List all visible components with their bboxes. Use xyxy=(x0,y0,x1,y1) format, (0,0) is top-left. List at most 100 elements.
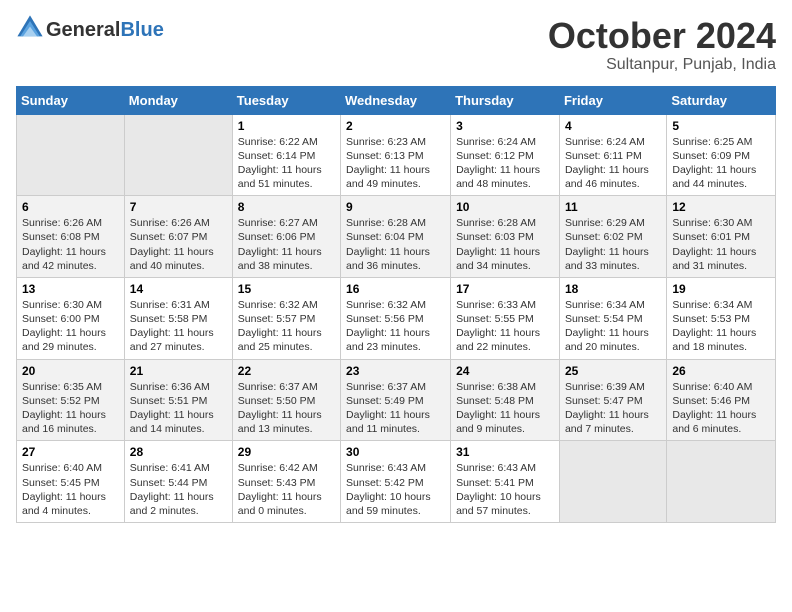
day-of-week-header: Sunday xyxy=(17,86,125,114)
day-number: 16 xyxy=(346,282,445,296)
cell-content: Sunrise: 6:42 AMSunset: 5:43 PMDaylight:… xyxy=(238,461,335,518)
day-number: 8 xyxy=(238,200,335,214)
day-number: 20 xyxy=(22,364,119,378)
calendar-cell: 20Sunrise: 6:35 AMSunset: 5:52 PMDayligh… xyxy=(17,359,125,441)
calendar-cell: 23 Sunrise: 6:37 AMSunset: 5:49 PMDayligh… xyxy=(341,359,451,441)
day-number: 13 xyxy=(22,282,119,296)
calendar-cell: 4 Sunrise: 6:24 AMSunset: 6:11 PMDaylight… xyxy=(559,114,666,196)
day-number: 14 xyxy=(130,282,227,296)
calendar-cell: 24 Sunrise: 6:38 AMSunset: 5:48 PMDayligh… xyxy=(451,359,560,441)
cell-content: Sunrise: 6:30 AMSunset: 6:00 PMDaylight:… xyxy=(22,298,119,355)
cell-content: Sunrise: 6:26 AMSunset: 6:07 PMDaylight:… xyxy=(130,216,227,273)
day-number: 1 xyxy=(238,119,335,133)
cell-content: Sunrise: 6:33 AMSunset: 5:55 PMDaylight:… xyxy=(456,298,554,355)
cell-content: Sunrise: 6:22 AMSunset: 6:14 PMDaylight:… xyxy=(238,135,335,192)
day-number: 29 xyxy=(238,445,335,459)
cell-content: Sunrise: 6:39 AMSunset: 5:47 PMDaylight:… xyxy=(565,380,661,437)
cell-content: Sunrise: 6:29 AMSunset: 6:02 PMDaylight:… xyxy=(565,216,661,273)
day-number: 30 xyxy=(346,445,445,459)
calendar-cell xyxy=(124,114,232,196)
calendar-cell: 6Sunrise: 6:26 AMSunset: 6:08 PMDaylight… xyxy=(17,196,125,278)
day-of-week-header: Wednesday xyxy=(341,86,451,114)
day-number: 27 xyxy=(22,445,119,459)
calendar-cell: 13 Sunrise: 6:30 AMSunset: 6:00 PMDayligh… xyxy=(17,277,125,359)
calendar-cell: 3Sunrise: 6:24 AMSunset: 6:12 PMDaylight… xyxy=(451,114,560,196)
day-number: 11 xyxy=(565,200,661,214)
cell-content: Sunrise: 6:38 AMSunset: 5:48 PMDaylight:… xyxy=(456,380,554,437)
cell-content: Sunrise: 6:24 AMSunset: 6:12 PMDaylight:… xyxy=(456,135,554,192)
cell-content: Sunrise: 6:43 AMSunset: 5:42 PMDaylight:… xyxy=(346,461,445,518)
cell-content: Sunrise: 6:41 AMSunset: 5:44 PMDaylight:… xyxy=(130,461,227,518)
calendar-cell: 29 Sunrise: 6:42 AMSunset: 5:43 PMDayligh… xyxy=(232,441,340,523)
calendar-cell: 1 Sunrise: 6:22 AMSunset: 6:14 PMDaylight… xyxy=(232,114,340,196)
day-number: 12 xyxy=(672,200,770,214)
calendar-cell xyxy=(667,441,776,523)
cell-content: Sunrise: 6:37 AMSunset: 5:50 PMDaylight:… xyxy=(238,380,335,437)
cell-content: Sunrise: 6:34 AMSunset: 5:54 PMDaylight:… xyxy=(565,298,661,355)
day-of-week-header: Thursday xyxy=(451,86,560,114)
day-number: 4 xyxy=(565,119,661,133)
logo: GeneralBlue xyxy=(16,16,164,44)
cell-content: Sunrise: 6:34 AMSunset: 5:53 PMDaylight:… xyxy=(672,298,770,355)
calendar-week-row: 13 Sunrise: 6:30 AMSunset: 6:00 PMDayligh… xyxy=(17,277,776,359)
calendar-cell xyxy=(17,114,125,196)
day-number: 25 xyxy=(565,364,661,378)
calendar-cell: 18 Sunrise: 6:34 AMSunset: 5:54 PMDayligh… xyxy=(559,277,666,359)
day-number: 28 xyxy=(130,445,227,459)
day-number: 2 xyxy=(346,119,445,133)
calendar-cell: 10Sunrise: 6:28 AMSunset: 6:03 PMDayligh… xyxy=(451,196,560,278)
title-block: October 2024 Sultanpur, Punjab, India xyxy=(548,16,776,74)
calendar-cell: 17 Sunrise: 6:33 AMSunset: 5:55 PMDayligh… xyxy=(451,277,560,359)
month-title: October 2024 xyxy=(548,16,776,56)
calendar-week-row: 1 Sunrise: 6:22 AMSunset: 6:14 PMDaylight… xyxy=(17,114,776,196)
day-number: 26 xyxy=(672,364,770,378)
calendar-cell: 7 Sunrise: 6:26 AMSunset: 6:07 PMDaylight… xyxy=(124,196,232,278)
cell-content: Sunrise: 6:25 AMSunset: 6:09 PMDaylight:… xyxy=(672,135,770,192)
calendar-cell: 22Sunrise: 6:37 AMSunset: 5:50 PMDayligh… xyxy=(232,359,340,441)
calendar-cell: 8Sunrise: 6:27 AMSunset: 6:06 PMDaylight… xyxy=(232,196,340,278)
calendar-cell: 15 Sunrise: 6:32 AMSunset: 5:57 PMDayligh… xyxy=(232,277,340,359)
cell-content: Sunrise: 6:40 AMSunset: 5:45 PMDaylight:… xyxy=(22,461,119,518)
calendar-cell: 19 Sunrise: 6:34 AMSunset: 5:53 PMDayligh… xyxy=(667,277,776,359)
location-subtitle: Sultanpur, Punjab, India xyxy=(548,56,776,74)
day-number: 10 xyxy=(456,200,554,214)
calendar-cell xyxy=(559,441,666,523)
cell-content: Sunrise: 6:36 AMSunset: 5:51 PMDaylight:… xyxy=(130,380,227,437)
calendar-header-row: SundayMondayTuesdayWednesdayThursdayFrid… xyxy=(17,86,776,114)
day-number: 21 xyxy=(130,364,227,378)
day-number: 17 xyxy=(456,282,554,296)
cell-content: Sunrise: 6:32 AMSunset: 5:57 PMDaylight:… xyxy=(238,298,335,355)
cell-content: Sunrise: 6:24 AMSunset: 6:11 PMDaylight:… xyxy=(565,135,661,192)
calendar-cell: 9 Sunrise: 6:28 AMSunset: 6:04 PMDaylight… xyxy=(341,196,451,278)
calendar-cell: 5 Sunrise: 6:25 AMSunset: 6:09 PMDaylight… xyxy=(667,114,776,196)
calendar-cell: 26Sunrise: 6:40 AMSunset: 5:46 PMDayligh… xyxy=(667,359,776,441)
cell-content: Sunrise: 6:28 AMSunset: 6:04 PMDaylight:… xyxy=(346,216,445,273)
day-of-week-header: Monday xyxy=(124,86,232,114)
cell-content: Sunrise: 6:23 AMSunset: 6:13 PMDaylight:… xyxy=(346,135,445,192)
cell-content: Sunrise: 6:30 AMSunset: 6:01 PMDaylight:… xyxy=(672,216,770,273)
day-number: 24 xyxy=(456,364,554,378)
day-number: 19 xyxy=(672,282,770,296)
logo-text: GeneralBlue xyxy=(46,19,164,42)
page-header: GeneralBlue October 2024 Sultanpur, Punj… xyxy=(16,16,776,74)
calendar-table: SundayMondayTuesdayWednesdayThursdayFrid… xyxy=(16,86,776,523)
calendar-cell: 31Sunrise: 6:43 AMSunset: 5:41 PMDayligh… xyxy=(451,441,560,523)
day-number: 6 xyxy=(22,200,119,214)
calendar-cell: 28 Sunrise: 6:41 AMSunset: 5:44 PMDayligh… xyxy=(124,441,232,523)
cell-content: Sunrise: 6:31 AMSunset: 5:58 PMDaylight:… xyxy=(130,298,227,355)
logo-icon xyxy=(16,14,44,42)
day-number: 15 xyxy=(238,282,335,296)
cell-content: Sunrise: 6:37 AMSunset: 5:49 PMDaylight:… xyxy=(346,380,445,437)
day-number: 23 xyxy=(346,364,445,378)
day-of-week-header: Saturday xyxy=(667,86,776,114)
day-number: 31 xyxy=(456,445,554,459)
day-of-week-header: Friday xyxy=(559,86,666,114)
calendar-week-row: 27 Sunrise: 6:40 AMSunset: 5:45 PMDayligh… xyxy=(17,441,776,523)
day-number: 18 xyxy=(565,282,661,296)
day-number: 9 xyxy=(346,200,445,214)
calendar-cell: 12 Sunrise: 6:30 AMSunset: 6:01 PMDayligh… xyxy=(667,196,776,278)
calendar-cell: 11 Sunrise: 6:29 AMSunset: 6:02 PMDayligh… xyxy=(559,196,666,278)
day-number: 7 xyxy=(130,200,227,214)
day-number: 5 xyxy=(672,119,770,133)
calendar-week-row: 20Sunrise: 6:35 AMSunset: 5:52 PMDayligh… xyxy=(17,359,776,441)
